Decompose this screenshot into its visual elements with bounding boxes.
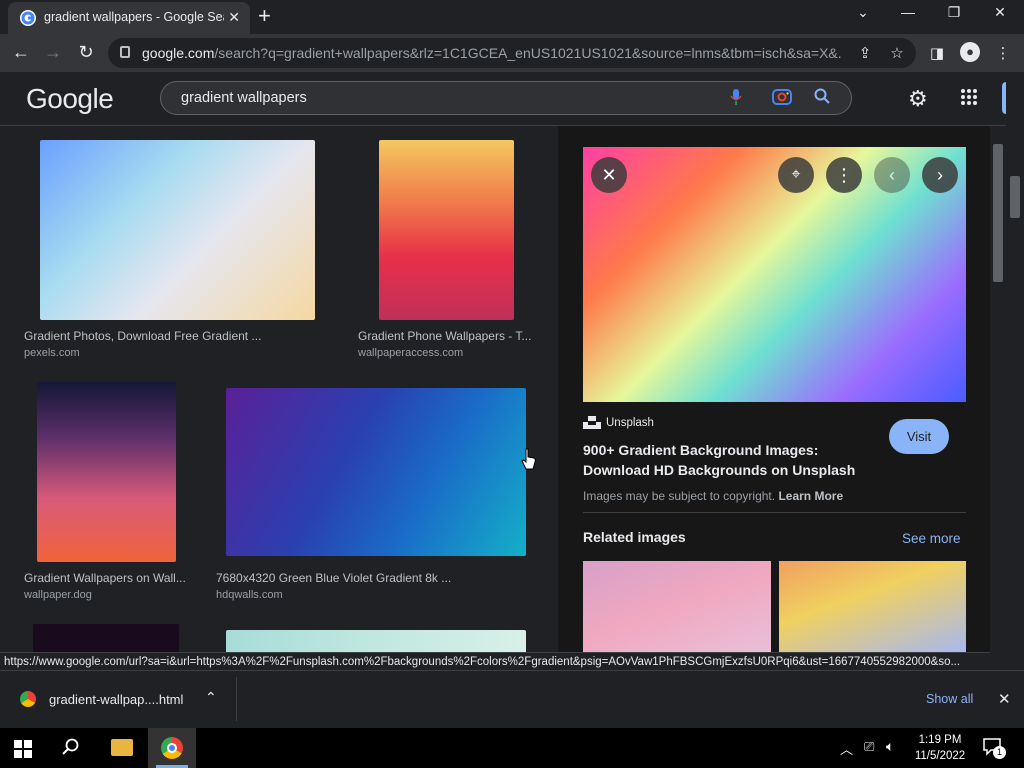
- lens-search-icon[interactable]: ⌖: [778, 157, 814, 193]
- preview-title[interactable]: 900+ Gradient Background Images: Downloa…: [583, 440, 873, 480]
- notification-count-badge: 1: [993, 746, 1006, 759]
- reload-icon[interactable]: ↻: [75, 42, 97, 62]
- close-download-bar-icon[interactable]: ✕: [998, 690, 1011, 708]
- apps-grid-icon[interactable]: [960, 88, 978, 111]
- google-favicon-icon: [20, 10, 36, 26]
- result-caption-1[interactable]: Gradient Photos, Download Free Gradient …: [24, 329, 324, 343]
- search-query[interactable]: gradient wallpapers: [181, 90, 307, 106]
- new-tab-icon[interactable]: +: [258, 5, 271, 27]
- close-preview-icon[interactable]: ✕: [591, 157, 627, 193]
- more-options-icon[interactable]: ⋮: [826, 157, 862, 193]
- side-panel-icon[interactable]: ◨: [928, 44, 946, 62]
- mouse-cursor-icon: [520, 448, 538, 475]
- network-icon[interactable]: ⎚: [864, 739, 874, 755]
- copyright-notice: Images may be subject to copyright. Lear…: [583, 489, 843, 503]
- tab-close-icon[interactable]: ✕: [228, 9, 240, 25]
- profile-avatar-icon[interactable]: ●: [960, 42, 980, 62]
- download-chevron-up-icon[interactable]: ⌃: [205, 689, 217, 706]
- download-divider: [236, 677, 237, 721]
- chrome-file-icon: [20, 691, 36, 707]
- result-caption-3[interactable]: Gradient Wallpapers on Wall...: [24, 571, 190, 585]
- divider: [583, 512, 966, 513]
- file-explorer-icon[interactable]: [111, 739, 133, 756]
- clock-time: 1:19 PM: [918, 734, 962, 746]
- microphone-icon[interactable]: [725, 88, 747, 111]
- lens-camera-icon[interactable]: [771, 88, 793, 111]
- tab-strip: gradient wallpapers - Google Sea ✕ + ⌄ —…: [0, 0, 1024, 34]
- tab-search-chevron-icon[interactable]: ⌄: [853, 4, 873, 21]
- result-source-2[interactable]: wallpaperaccess.com: [358, 347, 463, 359]
- outer-scrollbar[interactable]: [1006, 72, 1024, 652]
- result-image-4[interactable]: [226, 388, 526, 556]
- search-icon[interactable]: [811, 88, 833, 109]
- result-source-4[interactable]: hdqwalls.com: [216, 589, 283, 601]
- search-input[interactable]: gradient wallpapers: [160, 81, 852, 115]
- outer-scrollbar-thumb[interactable]: [1010, 176, 1020, 218]
- page-scrollbar[interactable]: [990, 126, 1006, 652]
- result-caption-4[interactable]: 7680x4320 Green Blue Violet Gradient 8k …: [216, 571, 516, 585]
- share-icon[interactable]: ⇪: [856, 44, 874, 62]
- copyright-text: Images may be subject to copyright.: [583, 489, 776, 503]
- volume-icon[interactable]: 🔈︎: [886, 738, 894, 755]
- address-bar[interactable]: google.com/search?q=gradient+wallpapers&…: [108, 38, 916, 68]
- result-caption-2[interactable]: Gradient Phone Wallpapers - T...: [358, 329, 534, 343]
- browser-toolbar: ← → ↻ google.com/search?q=gradient+wallp…: [0, 34, 1024, 72]
- url-domain: google.com: [142, 45, 215, 61]
- back-arrow-icon[interactable]: ←: [10, 42, 32, 62]
- related-image-2[interactable]: [779, 561, 966, 652]
- minimize-icon[interactable]: —: [898, 4, 918, 20]
- window-close-icon[interactable]: ✕: [990, 4, 1010, 21]
- url-path: /search?q=gradient+wallpapers&rlz=1C1GCE…: [214, 45, 842, 61]
- image-results-grid: Gradient Photos, Download Free Gradient …: [0, 126, 558, 652]
- download-bar: gradient-wallpap....html ⌃ Show all ✕: [0, 670, 1024, 728]
- see-more-link[interactable]: See more: [902, 531, 961, 546]
- result-image-1[interactable]: [40, 140, 315, 320]
- result-source-1[interactable]: pexels.com: [24, 347, 80, 359]
- tab-title: gradient wallpapers - Google Sea: [44, 10, 224, 24]
- result-image-3[interactable]: [37, 382, 176, 562]
- next-image-icon[interactable]: ›: [922, 157, 958, 193]
- image-preview-panel: ✕ ⌖ ⋮ ‹ › Unsplash 900+ Gradient Backgro…: [558, 126, 990, 652]
- download-filename[interactable]: gradient-wallpap....html: [49, 692, 183, 707]
- result-image-5[interactable]: [33, 624, 179, 652]
- settings-gear-icon[interactable]: ⚙: [908, 86, 928, 112]
- address-url[interactable]: google.com/search?q=gradient+wallpapers&…: [142, 45, 842, 61]
- show-all-button[interactable]: Show all: [926, 692, 973, 706]
- chrome-icon: [161, 737, 183, 759]
- previous-image-icon[interactable]: ‹: [874, 157, 910, 193]
- preview-image[interactable]: [583, 147, 966, 402]
- taskbar-search-icon[interactable]: [62, 738, 80, 761]
- tray-chevron-icon[interactable]: ︿: [840, 739, 853, 758]
- chrome-icon-center: [167, 743, 177, 753]
- notification-center-icon[interactable]: 1: [983, 738, 1006, 761]
- menu-kebab-icon[interactable]: ⋮: [994, 44, 1012, 62]
- unsplash-logo-icon: [583, 416, 601, 434]
- result-image-6[interactable]: [226, 630, 526, 652]
- visit-button[interactable]: Visit: [889, 419, 949, 454]
- learn-more-link[interactable]: Learn More: [778, 489, 843, 503]
- browser-tab[interactable]: gradient wallpapers - Google Sea ✕: [8, 2, 250, 34]
- scrollbar-thumb[interactable]: [993, 144, 1003, 282]
- result-source-3[interactable]: wallpaper.dog: [24, 589, 92, 601]
- windows-taskbar: ︿ ⎚ 🔈︎ 1:19 PM 11/5/2022 1: [0, 728, 1024, 768]
- related-images-heading: Related images: [583, 529, 686, 545]
- lock-icon: [120, 46, 130, 58]
- google-header: Google gradient wallpapers ⚙: [0, 72, 1024, 126]
- google-logo[interactable]: Google: [26, 83, 114, 115]
- forward-arrow-icon[interactable]: →: [42, 42, 64, 62]
- windows-start-icon[interactable]: [14, 740, 32, 763]
- restore-icon[interactable]: ❐: [944, 4, 964, 21]
- related-image-1[interactable]: [583, 561, 771, 652]
- result-image-2[interactable]: [379, 140, 514, 320]
- clock[interactable]: 1:19 PM 11/5/2022: [914, 732, 966, 764]
- link-status-bar: https://www.google.com/url?sa=i&url=http…: [0, 652, 990, 670]
- preview-site-name[interactable]: Unsplash: [606, 417, 654, 429]
- chrome-taskbar-button[interactable]: [148, 728, 196, 768]
- bookmark-star-icon[interactable]: ☆: [888, 44, 906, 62]
- clock-date: 11/5/2022: [914, 750, 966, 762]
